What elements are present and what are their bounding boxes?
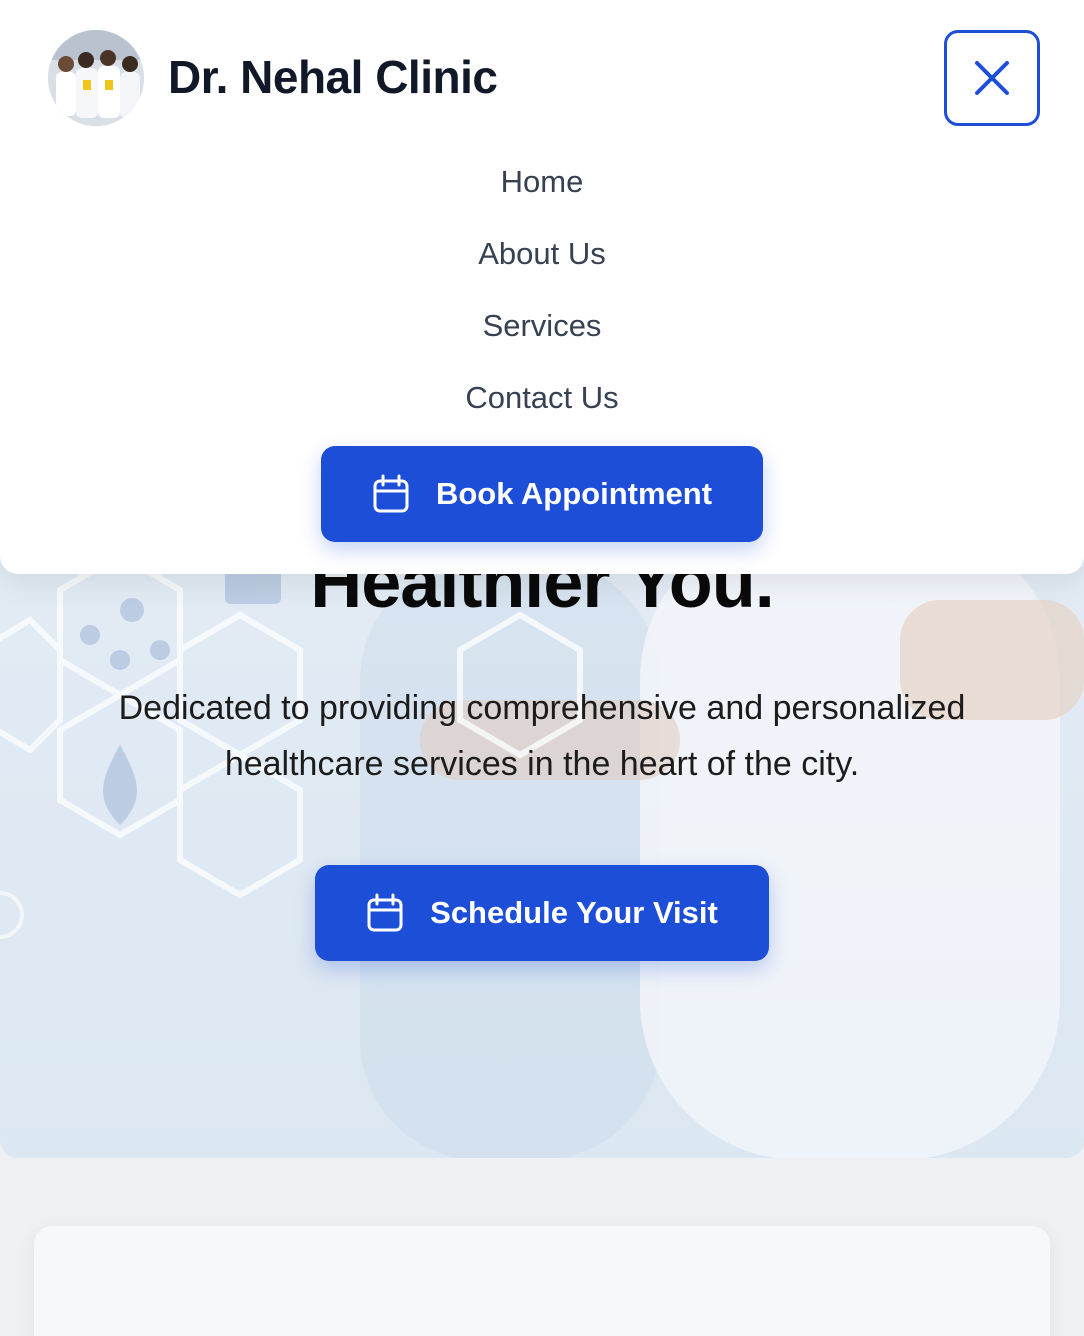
close-menu-button[interactable]	[944, 30, 1040, 126]
schedule-visit-label: Schedule Your Visit	[430, 895, 718, 930]
schedule-visit-button[interactable]: Schedule Your Visit	[315, 865, 769, 961]
info-card	[34, 1226, 1050, 1336]
doctors-team-photo-icon	[48, 30, 144, 126]
clinic-logo[interactable]	[48, 30, 144, 126]
calendar-icon	[367, 893, 403, 932]
calendar-icon	[373, 474, 409, 513]
mobile-menu-panel: Dr. Nehal Clinic Home About Us Services …	[0, 0, 1084, 574]
nav-link-contact-us[interactable]: Contact Us	[0, 380, 1084, 416]
hero-subtitle: Dedicated to providing comprehensive and…	[118, 689, 966, 783]
nav-link-home[interactable]: Home	[0, 164, 1084, 200]
nav-link-about-us[interactable]: About Us	[0, 236, 1084, 272]
book-appointment-label: Book Appointment	[435, 476, 713, 511]
book-appointment-button[interactable]: Book Appointment	[321, 446, 763, 542]
close-icon	[975, 61, 1009, 95]
brand-name[interactable]: Dr. Nehal Clinic	[168, 50, 498, 104]
nav-link-services[interactable]: Services	[0, 308, 1084, 344]
